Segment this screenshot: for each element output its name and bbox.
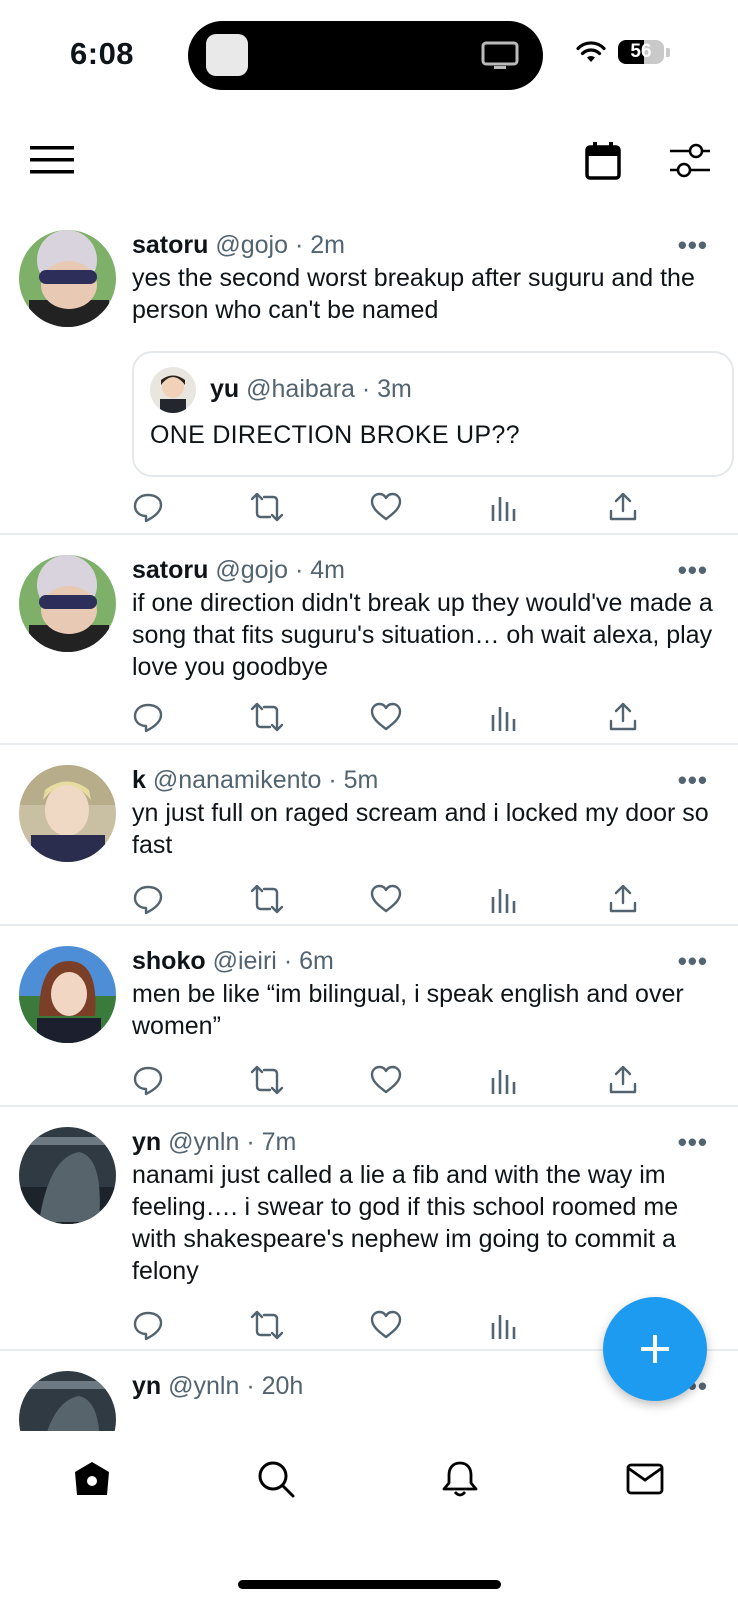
tweet[interactable]: satoru @gojo · 2m yes the second worst b…: [0, 225, 738, 535]
bottom-tab-bar: [0, 1431, 738, 1600]
menu-icon[interactable]: [30, 146, 74, 179]
more-options-icon[interactable]: •••: [678, 946, 708, 977]
quoted-display-name: yu: [210, 375, 240, 403]
timeline-feed: satoru @gojo · 2m yes the second worst b…: [0, 225, 738, 1431]
display-name[interactable]: shoko: [132, 947, 206, 975]
stats-icon[interactable]: [490, 1309, 518, 1346]
reply-icon[interactable]: [132, 883, 164, 920]
status-time: 6:08: [70, 36, 135, 71]
bell-icon[interactable]: [440, 1459, 480, 1504]
avatar[interactable]: [19, 1127, 116, 1224]
heart-icon[interactable]: [370, 1309, 402, 1346]
timestamp: · 7m: [246, 1128, 297, 1156]
avatar[interactable]: [19, 1371, 116, 1431]
quoted-avatar: [150, 367, 196, 413]
tweet-text: if one direction didn't break up they wo…: [132, 589, 713, 681]
status-bar: 6:08 56: [0, 0, 738, 100]
user-handle[interactable]: @ynln: [168, 1128, 239, 1156]
stats-icon[interactable]: [490, 1064, 518, 1101]
tweet[interactable]: shoko @ieiri · 6m men be like “im biling…: [0, 926, 738, 1107]
reply-icon[interactable]: [132, 491, 164, 528]
tweet-actions: [132, 1064, 714, 1108]
more-options-icon[interactable]: •••: [678, 1127, 708, 1158]
tweet[interactable]: satoru @gojo · 4m if one direction didn'…: [0, 535, 738, 745]
display-name[interactable]: yn: [132, 1128, 161, 1156]
dynamic-island: [188, 21, 543, 90]
avatar[interactable]: [19, 765, 116, 862]
more-options-icon[interactable]: •••: [678, 555, 708, 586]
stats-icon[interactable]: [490, 491, 518, 528]
retweet-icon[interactable]: [250, 701, 284, 738]
tweet-text: men be like “im bilingual, i speak engli…: [132, 980, 684, 1040]
stats-icon[interactable]: [490, 883, 518, 920]
timestamp: · 4m: [294, 556, 345, 584]
reply-icon[interactable]: [132, 1064, 164, 1101]
tweet-text: yn just full on raged scream and i locke…: [132, 799, 709, 859]
more-options-icon[interactable]: •••: [678, 230, 708, 261]
tweet-text: nanami just called a lie a fib and with …: [132, 1161, 679, 1285]
user-handle[interactable]: @gojo: [215, 231, 288, 259]
retweet-icon[interactable]: [250, 1064, 284, 1101]
share-icon[interactable]: [608, 883, 638, 920]
retweet-icon[interactable]: [250, 1309, 284, 1346]
heart-icon[interactable]: [370, 491, 402, 528]
tweet-actions: [132, 883, 714, 927]
share-icon[interactable]: [608, 701, 638, 738]
reply-icon[interactable]: [132, 701, 164, 738]
heart-icon[interactable]: [370, 1064, 402, 1101]
display-name[interactable]: satoru: [132, 231, 208, 259]
status-indicators: 56: [576, 40, 670, 64]
tweet-actions: [132, 491, 714, 535]
avatar[interactable]: [19, 230, 116, 327]
avatar[interactable]: [19, 946, 116, 1043]
user-handle[interactable]: @nanamikento: [153, 766, 322, 794]
quoted-tweet[interactable]: yu @haibara · 3m ONE DIRECTION BROKE UP?…: [132, 351, 734, 477]
mail-icon[interactable]: [625, 1459, 665, 1504]
plus-icon: [641, 1335, 669, 1363]
heart-icon[interactable]: [370, 883, 402, 920]
compose-button[interactable]: [603, 1297, 707, 1401]
quoted-user-handle: @haibara: [246, 375, 355, 403]
timestamp: · 20h: [246, 1372, 304, 1400]
retweet-icon[interactable]: [250, 883, 284, 920]
tweet-text: yes the second worst breakup after sugur…: [132, 264, 695, 324]
share-icon[interactable]: [608, 1064, 638, 1101]
avatar[interactable]: [19, 555, 116, 652]
battery-level: 56: [630, 41, 652, 62]
user-handle[interactable]: @ynln: [168, 1372, 239, 1400]
top-nav: [0, 110, 738, 220]
filter-settings-icon[interactable]: [670, 142, 710, 185]
tweet[interactable]: k @nanamikento · 5m yn just full on rage…: [0, 745, 738, 926]
display-name[interactable]: satoru: [132, 556, 208, 584]
search-icon[interactable]: [256, 1459, 296, 1504]
more-options-icon[interactable]: •••: [678, 765, 708, 796]
wifi-icon: [576, 41, 606, 62]
battery-icon: 56: [618, 40, 664, 64]
home-icon[interactable]: [72, 1459, 112, 1504]
retweet-icon[interactable]: [250, 491, 284, 528]
heart-icon[interactable]: [370, 701, 402, 738]
calendar-icon[interactable]: [585, 142, 621, 185]
timestamp: · 2m: [294, 231, 345, 259]
timestamp: · 5m: [328, 766, 379, 794]
timestamp: · 6m: [283, 947, 334, 975]
stats-icon[interactable]: [490, 701, 518, 738]
quoted-tweet-text: ONE DIRECTION BROKE UP??: [150, 421, 520, 449]
user-handle[interactable]: @gojo: [215, 556, 288, 584]
reply-icon[interactable]: [132, 1309, 164, 1346]
screen-mirroring-icon: [481, 40, 519, 77]
home-indicator: [238, 1580, 501, 1589]
quoted-timestamp: · 3m: [361, 375, 412, 403]
display-name[interactable]: yn: [132, 1372, 161, 1400]
user-handle[interactable]: @ieiri: [213, 947, 277, 975]
island-app-icon: [206, 34, 248, 76]
tweet-actions: [132, 701, 714, 745]
display-name[interactable]: k: [132, 766, 146, 794]
share-icon[interactable]: [608, 491, 638, 528]
